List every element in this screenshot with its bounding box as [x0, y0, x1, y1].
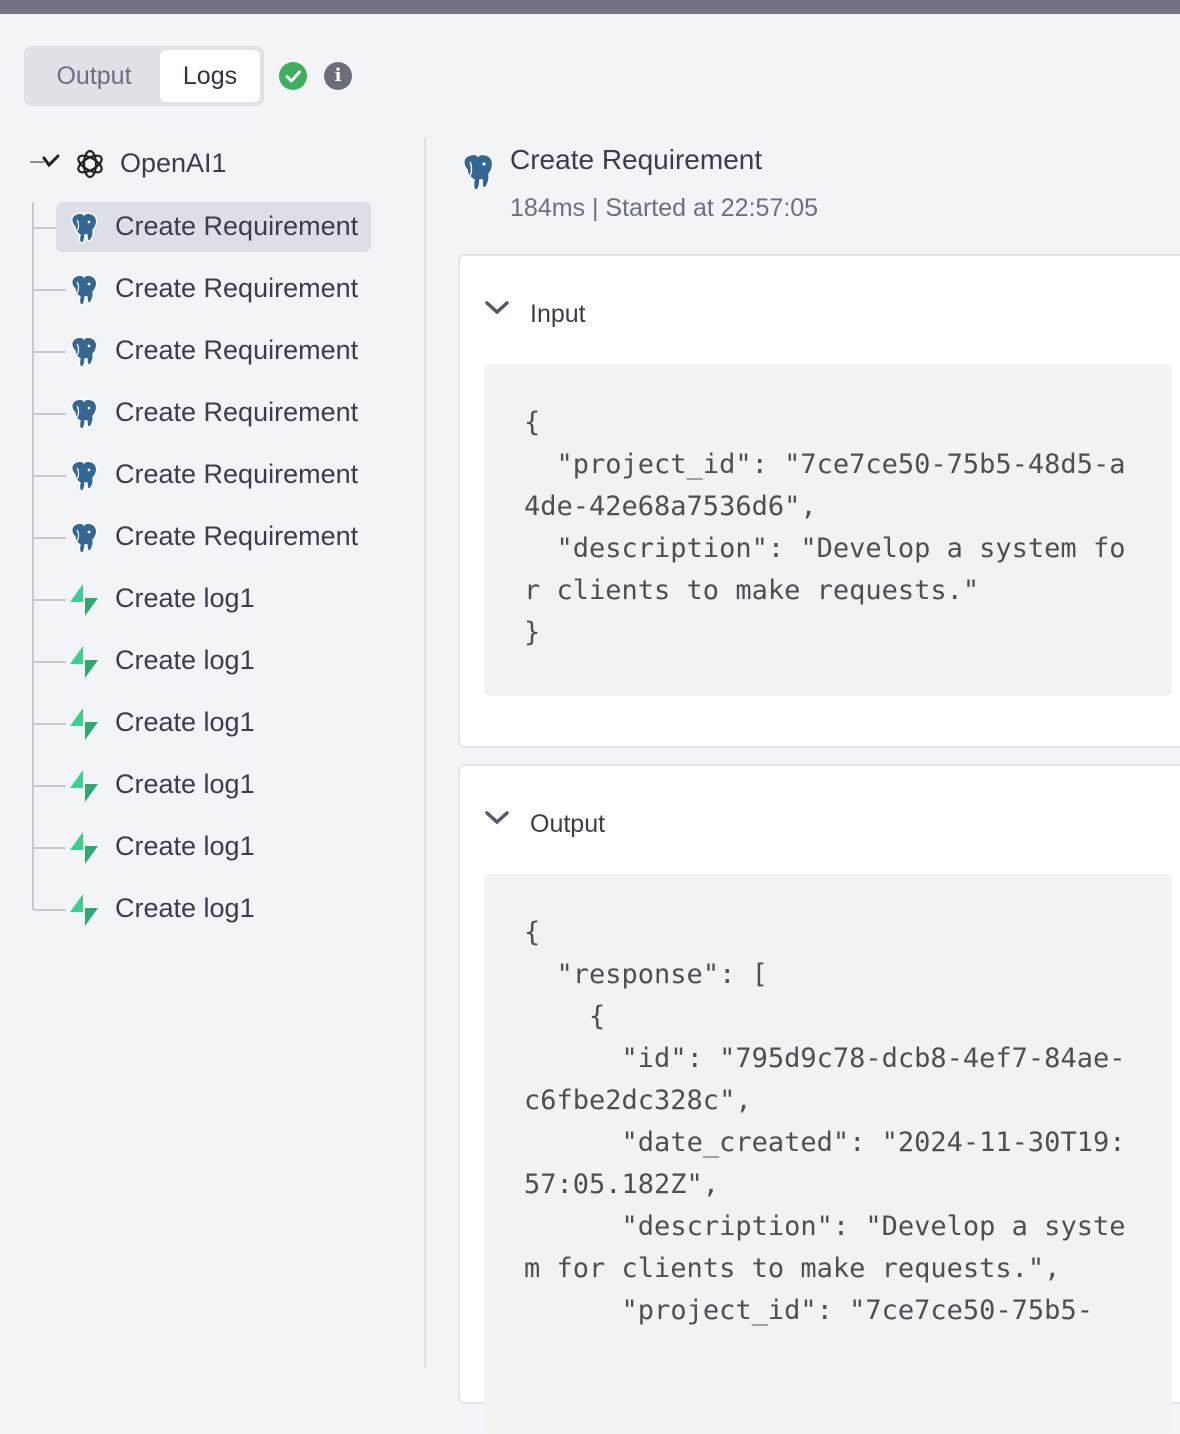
- tree-item[interactable]: Create log1: [56, 698, 371, 748]
- tree-item[interactable]: Create log1: [56, 760, 371, 810]
- postgres-elephant-icon: [71, 460, 98, 492]
- postgres-elephant-icon: [71, 274, 98, 306]
- tree-item-label: Create Requirement: [115, 211, 359, 241]
- tree-item[interactable]: Create Requirement: [56, 512, 371, 562]
- collapse-toggle-icon[interactable]: [30, 150, 64, 174]
- tree-root-label: OpenAI1: [120, 148, 227, 178]
- postgres-elephant-icon: [71, 398, 98, 430]
- tree-item-label: Create log1: [115, 645, 255, 675]
- tree-item[interactable]: Create Requirement: [56, 264, 371, 314]
- tree-item-label: Create log1: [115, 583, 255, 613]
- input-json-block: { "project_id": "7ce7ce50-75b5-48d5-a4de…: [484, 364, 1172, 696]
- tree-item-label: Create Requirement: [115, 273, 359, 303]
- detail-title: Create Requirement: [510, 144, 763, 175]
- tree-item-label: Create log1: [115, 831, 255, 861]
- tree-item-label: Create log1: [115, 769, 255, 799]
- tab-logs[interactable]: Logs: [160, 50, 260, 102]
- tree-item[interactable]: Create log1: [56, 822, 371, 872]
- tree-item[interactable]: Create log1: [56, 574, 371, 624]
- info-icon[interactable]: i: [324, 62, 352, 90]
- tab-output[interactable]: Output: [28, 50, 160, 102]
- panel-divider: [424, 138, 426, 1368]
- tree-root-openai[interactable]: OpenAI1: [30, 140, 410, 190]
- tree-item-label: Create log1: [115, 707, 255, 737]
- output-json-block: { "response": [ { "id": "795d9c78-dcb8-4…: [484, 874, 1172, 1434]
- tree-item[interactable]: Create log1: [56, 884, 371, 934]
- tree-item-label: Create Requirement: [115, 459, 359, 489]
- supabase-bolt-icon: [70, 646, 98, 678]
- tree-item-label: Create Requirement: [115, 335, 359, 365]
- window-top-bar: [0, 0, 1180, 14]
- tree-item-label: Create Requirement: [115, 521, 359, 551]
- supabase-bolt-icon: [70, 708, 98, 740]
- tree-item[interactable]: Create Requirement: [56, 326, 371, 376]
- postgres-elephant-icon: [71, 212, 98, 244]
- openai-icon: [77, 149, 103, 179]
- success-check-icon: [279, 62, 307, 90]
- tree-item[interactable]: Create Requirement: [56, 202, 371, 252]
- postgres-elephant-icon: [71, 336, 98, 368]
- chevron-down-icon[interactable]: [484, 810, 510, 826]
- tree-item-label: Create Requirement: [115, 397, 359, 427]
- output-section: Output { "response": [ { "id": "795d9c78…: [458, 764, 1180, 1434]
- input-section: Input { "project_id": "7ce7ce50-75b5-48d…: [458, 254, 1180, 748]
- tree-item[interactable]: Create Requirement: [56, 388, 371, 438]
- output-label: Output: [530, 810, 606, 838]
- tree-connector-line: [32, 202, 34, 910]
- supabase-bolt-icon: [70, 832, 98, 864]
- supabase-bolt-icon: [70, 894, 98, 926]
- supabase-bolt-icon: [70, 584, 98, 616]
- postgres-elephant-icon: [462, 153, 494, 191]
- tree-item-label: Create log1: [115, 893, 255, 923]
- chevron-down-icon[interactable]: [484, 300, 510, 316]
- input-label: Input: [530, 300, 586, 328]
- postgres-elephant-icon: [71, 522, 98, 554]
- view-tabs: Output Logs: [24, 46, 264, 106]
- tree-item[interactable]: Create log1: [56, 636, 371, 686]
- supabase-bolt-icon: [70, 770, 98, 802]
- tree-item[interactable]: Create Requirement: [56, 450, 371, 500]
- detail-timing: 184ms | Started at 22:57:05: [510, 194, 819, 222]
